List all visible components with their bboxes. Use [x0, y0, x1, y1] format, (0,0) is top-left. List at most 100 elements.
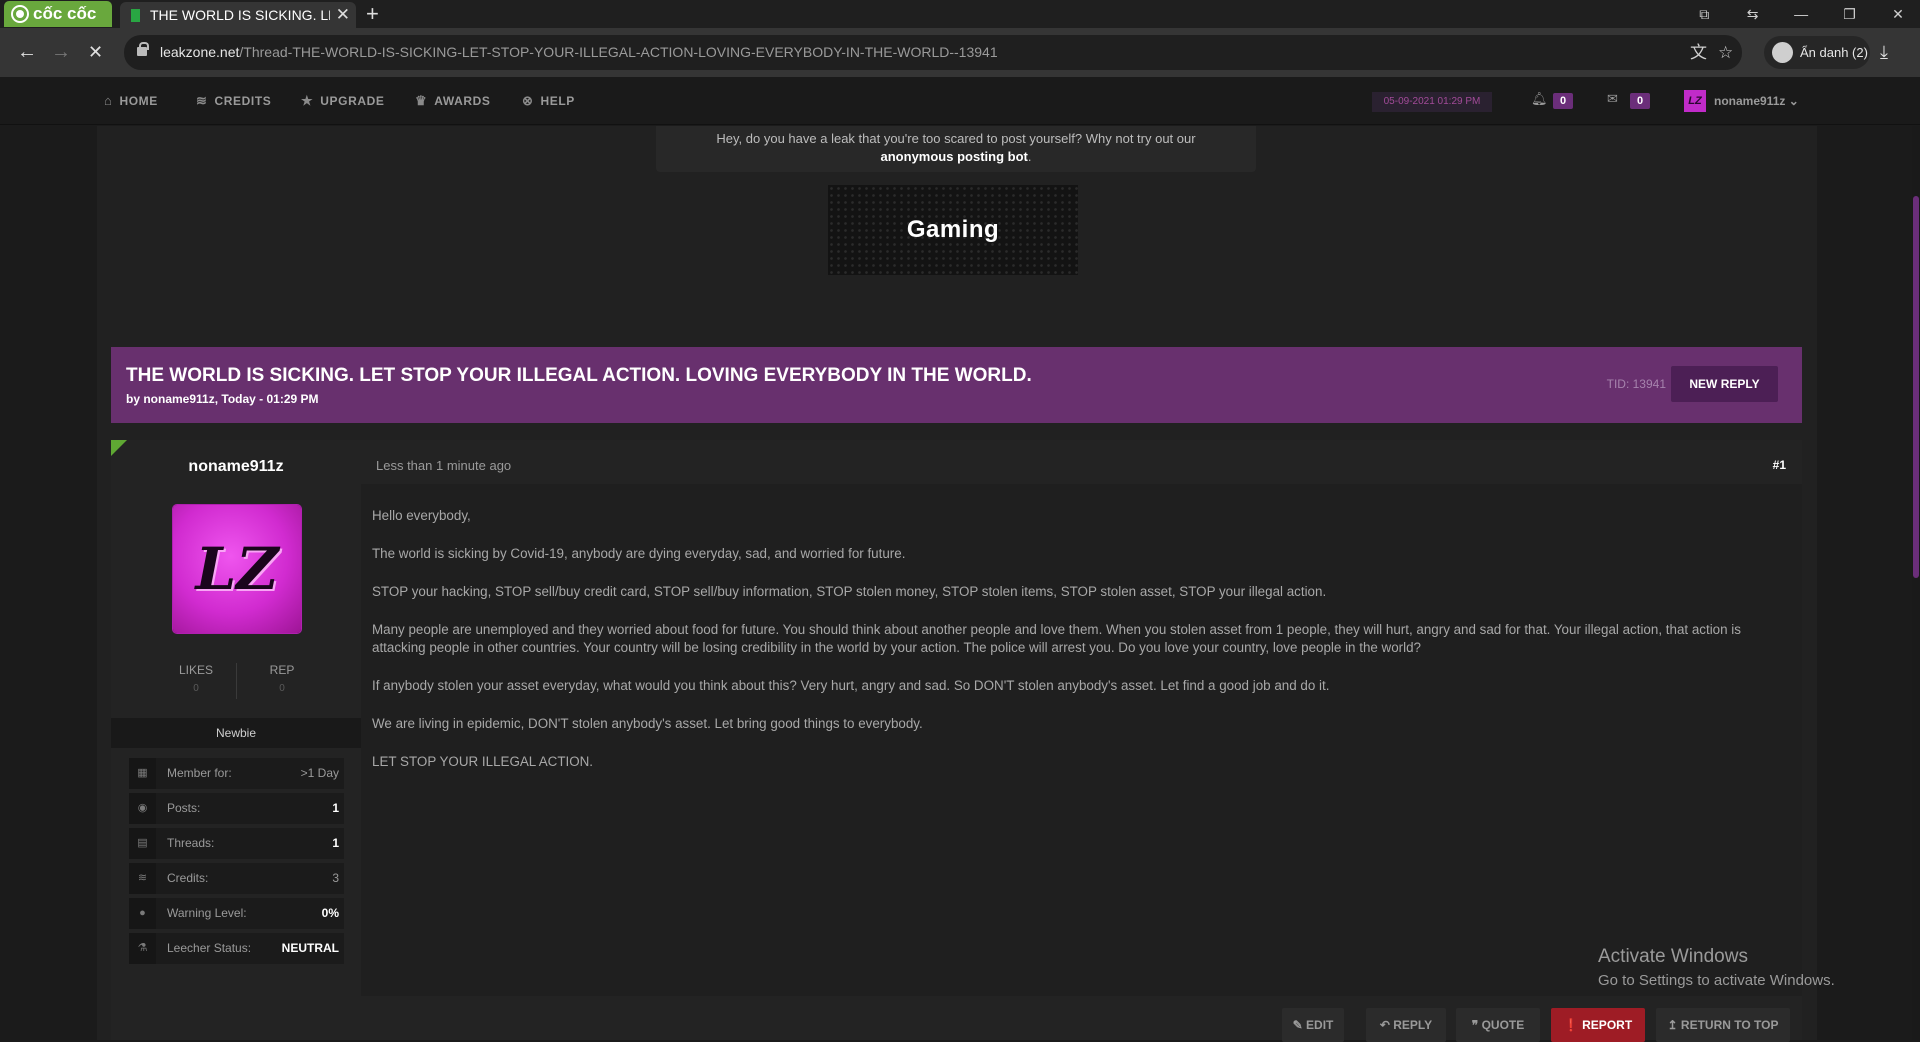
money-icon: ≋: [129, 863, 156, 894]
message-count[interactable]: 0: [1630, 93, 1650, 109]
back-forward-cache-icon[interactable]: ⇆: [1731, 0, 1775, 28]
nav-help-label: HELP: [540, 94, 575, 108]
nav-awards[interactable]: ♛ AWARDS: [415, 93, 491, 109]
post: noname911z LZ LIKES 0 REP 0 Newbie ▦ Mem…: [111, 440, 1802, 1042]
return-to-top-label: RETURN TO TOP: [1680, 1018, 1779, 1032]
reply-button[interactable]: ↶ REPLY: [1366, 1008, 1446, 1042]
quote-button[interactable]: ❞ QUOTE: [1456, 1008, 1540, 1042]
incognito-icon: [1772, 42, 1793, 63]
nav-upgrade-label: UPGRADE: [320, 94, 385, 108]
nav-home-label: HOME: [119, 94, 158, 108]
anonymous-bot-link[interactable]: anonymous posting bot: [881, 149, 1028, 164]
nav-help[interactable]: ⊗ HELP: [522, 93, 575, 109]
author-avatar[interactable]: LZ: [173, 505, 301, 633]
stat-row-threads: ▤ Threads: 1: [129, 828, 344, 859]
user-menu[interactable]: noname911z ⌄: [1714, 94, 1799, 108]
thread-title: THE WORLD IS SICKING. LET STOP YOUR ILLE…: [126, 365, 1032, 386]
username-label: noname911z: [1714, 94, 1786, 108]
activate-title: Activate Windows: [1598, 946, 1748, 967]
window-close-icon[interactable]: ✕: [1876, 0, 1920, 28]
scrollbar-thumb[interactable]: [1913, 196, 1919, 578]
help-icon: ⊗: [522, 93, 534, 108]
post-paragraph: The world is sicking by Covid-19, anybod…: [372, 546, 906, 561]
stat-value: >1 Day: [300, 766, 339, 780]
stat-value: 3: [332, 871, 339, 885]
arrow-up-icon: ↥: [1667, 1018, 1678, 1032]
back-arrow-icon[interactable]: ←: [17, 40, 37, 64]
category-banner[interactable]: Gaming: [828, 185, 1078, 275]
stop-loading-icon[interactable]: ✕: [88, 40, 103, 64]
edit-button[interactable]: ✎ EDIT: [1282, 1008, 1344, 1042]
coccoc-logo-icon: [11, 5, 29, 23]
forward-arrow-icon[interactable]: →: [51, 40, 71, 64]
return-to-top-button[interactable]: ↥ RETURN TO TOP: [1656, 1008, 1790, 1042]
restore-icon[interactable]: ❐: [1828, 0, 1872, 28]
lock-icon: [137, 42, 149, 56]
nav-credits-label: CREDITS: [214, 94, 272, 108]
warning-icon: ●: [129, 898, 156, 929]
post-paragraph: STOP your hacking, STOP sell/buy credit …: [372, 584, 1327, 599]
notification-count[interactable]: 0: [1553, 93, 1573, 109]
stat-label: Warning Level:: [167, 906, 247, 920]
report-icon: ❗: [1563, 1018, 1579, 1032]
stat-row-posts: ◉ Posts: 1: [129, 793, 344, 824]
address-toolbar: ← → ✕ leakzone.net/Thread-THE-WORLD-IS-S…: [0, 28, 1920, 77]
tab-close-icon[interactable]: ✕: [329, 2, 350, 28]
rep-value: 0: [279, 683, 285, 694]
stat-value: 0%: [321, 906, 339, 920]
user-avatar[interactable]: LZ: [1684, 90, 1706, 112]
new-reply-button[interactable]: NEW REPLY: [1671, 366, 1778, 402]
reply-label: REPLY: [1393, 1018, 1433, 1032]
post-actions: ✎ EDIT ↶ REPLY ❞ QUOTE ❗ REPORT ↥ RETURN…: [111, 1000, 1802, 1042]
translate-icon[interactable]: 文: [1690, 35, 1707, 70]
stat-value[interactable]: 1: [332, 793, 339, 824]
thread-id: TID: 13941: [1606, 377, 1666, 391]
book-icon: ▤: [129, 828, 156, 859]
post-paragraph: LET STOP YOUR ILLEGAL ACTION.: [372, 754, 594, 769]
post-paragraph: We are living in epidemic, DON'T stolen …: [372, 716, 923, 731]
stat-divider: [236, 663, 237, 699]
header-datetime: 05-09-2021 01:29 PM: [1372, 92, 1492, 112]
stat-value[interactable]: 1: [332, 828, 339, 859]
tab-active[interactable]: THE WORLD IS SICKING. LET ✕: [120, 2, 356, 28]
incognito-label: Ẩn danh (2): [1800, 45, 1868, 60]
new-tab-button[interactable]: +: [366, 1, 379, 27]
bookmark-star-icon[interactable]: ☆: [1718, 35, 1733, 70]
download-icon[interactable]: ⤓: [1880, 42, 1888, 63]
likes-label: LIKES: [178, 663, 214, 677]
edit-icon: ✎: [1292, 1018, 1303, 1032]
envelope-icon[interactable]: ✉: [1607, 91, 1618, 107]
thread-header: THE WORLD IS SICKING. LET STOP YOUR ILLE…: [111, 347, 1802, 423]
post-paragraph: If anybody stolen your asset everyday, w…: [372, 678, 1330, 693]
stat-row-leecher: ⚗ Leecher Status: NEUTRAL: [129, 933, 344, 964]
address-bar[interactable]: leakzone.net/Thread-THE-WORLD-IS-SICKING…: [124, 35, 1742, 70]
post-header: Less than 1 minute ago #1: [361, 440, 1802, 484]
browser-brand-label: cốc cốc: [33, 4, 97, 23]
window-controls: ⧉ ⇆ — ❐ ✕: [1682, 0, 1920, 28]
minimize-icon[interactable]: —: [1779, 0, 1823, 28]
notice-text: Hey, do you have a leak that you're too …: [716, 131, 1196, 146]
chevron-down-icon: ⌄: [1788, 94, 1799, 108]
thread-byline: by noname911z, Today - 01:29 PM: [126, 392, 319, 406]
rep-label: REP: [269, 663, 295, 677]
post-time: Less than 1 minute ago: [376, 458, 512, 473]
nav-upgrade[interactable]: ★ UPGRADE: [301, 93, 384, 109]
post-body: Hello everybody, The world is sicking by…: [361, 484, 1802, 996]
url-path: /Thread-THE-WORLD-IS-SICKING-LET-STOP-YO…: [239, 44, 998, 60]
nav-awards-label: AWARDS: [434, 94, 491, 108]
nav-home[interactable]: ⌂ HOME: [104, 93, 158, 108]
site-header: ⌂ HOME ≋ CREDITS ★ UPGRADE ♛ AWARDS ⊗ HELP 05…: [0, 77, 1920, 125]
stat-value: NEUTRAL: [281, 941, 339, 955]
nav-credits[interactable]: ≋ CREDITS: [196, 93, 271, 109]
tab-search-icon[interactable]: ⧉: [1682, 0, 1726, 28]
stat-row-member-for: ▦ Member for: >1 Day: [129, 758, 344, 789]
bell-icon[interactable]: 🔔︎: [1531, 91, 1548, 107]
favicon-icon: [131, 9, 140, 22]
incognito-button[interactable]: Ẩn danh (2): [1764, 36, 1870, 69]
flask-icon: ⚗: [129, 933, 156, 964]
windows-activation-watermark: Activate Windows Go to Settings to activ…: [1598, 946, 1835, 989]
browser-brand-button[interactable]: cốc cốc: [4, 1, 112, 27]
post-number-link[interactable]: #1: [1773, 458, 1786, 472]
report-button[interactable]: ❗ REPORT: [1551, 1008, 1645, 1042]
author-name[interactable]: noname911z: [111, 458, 361, 476]
